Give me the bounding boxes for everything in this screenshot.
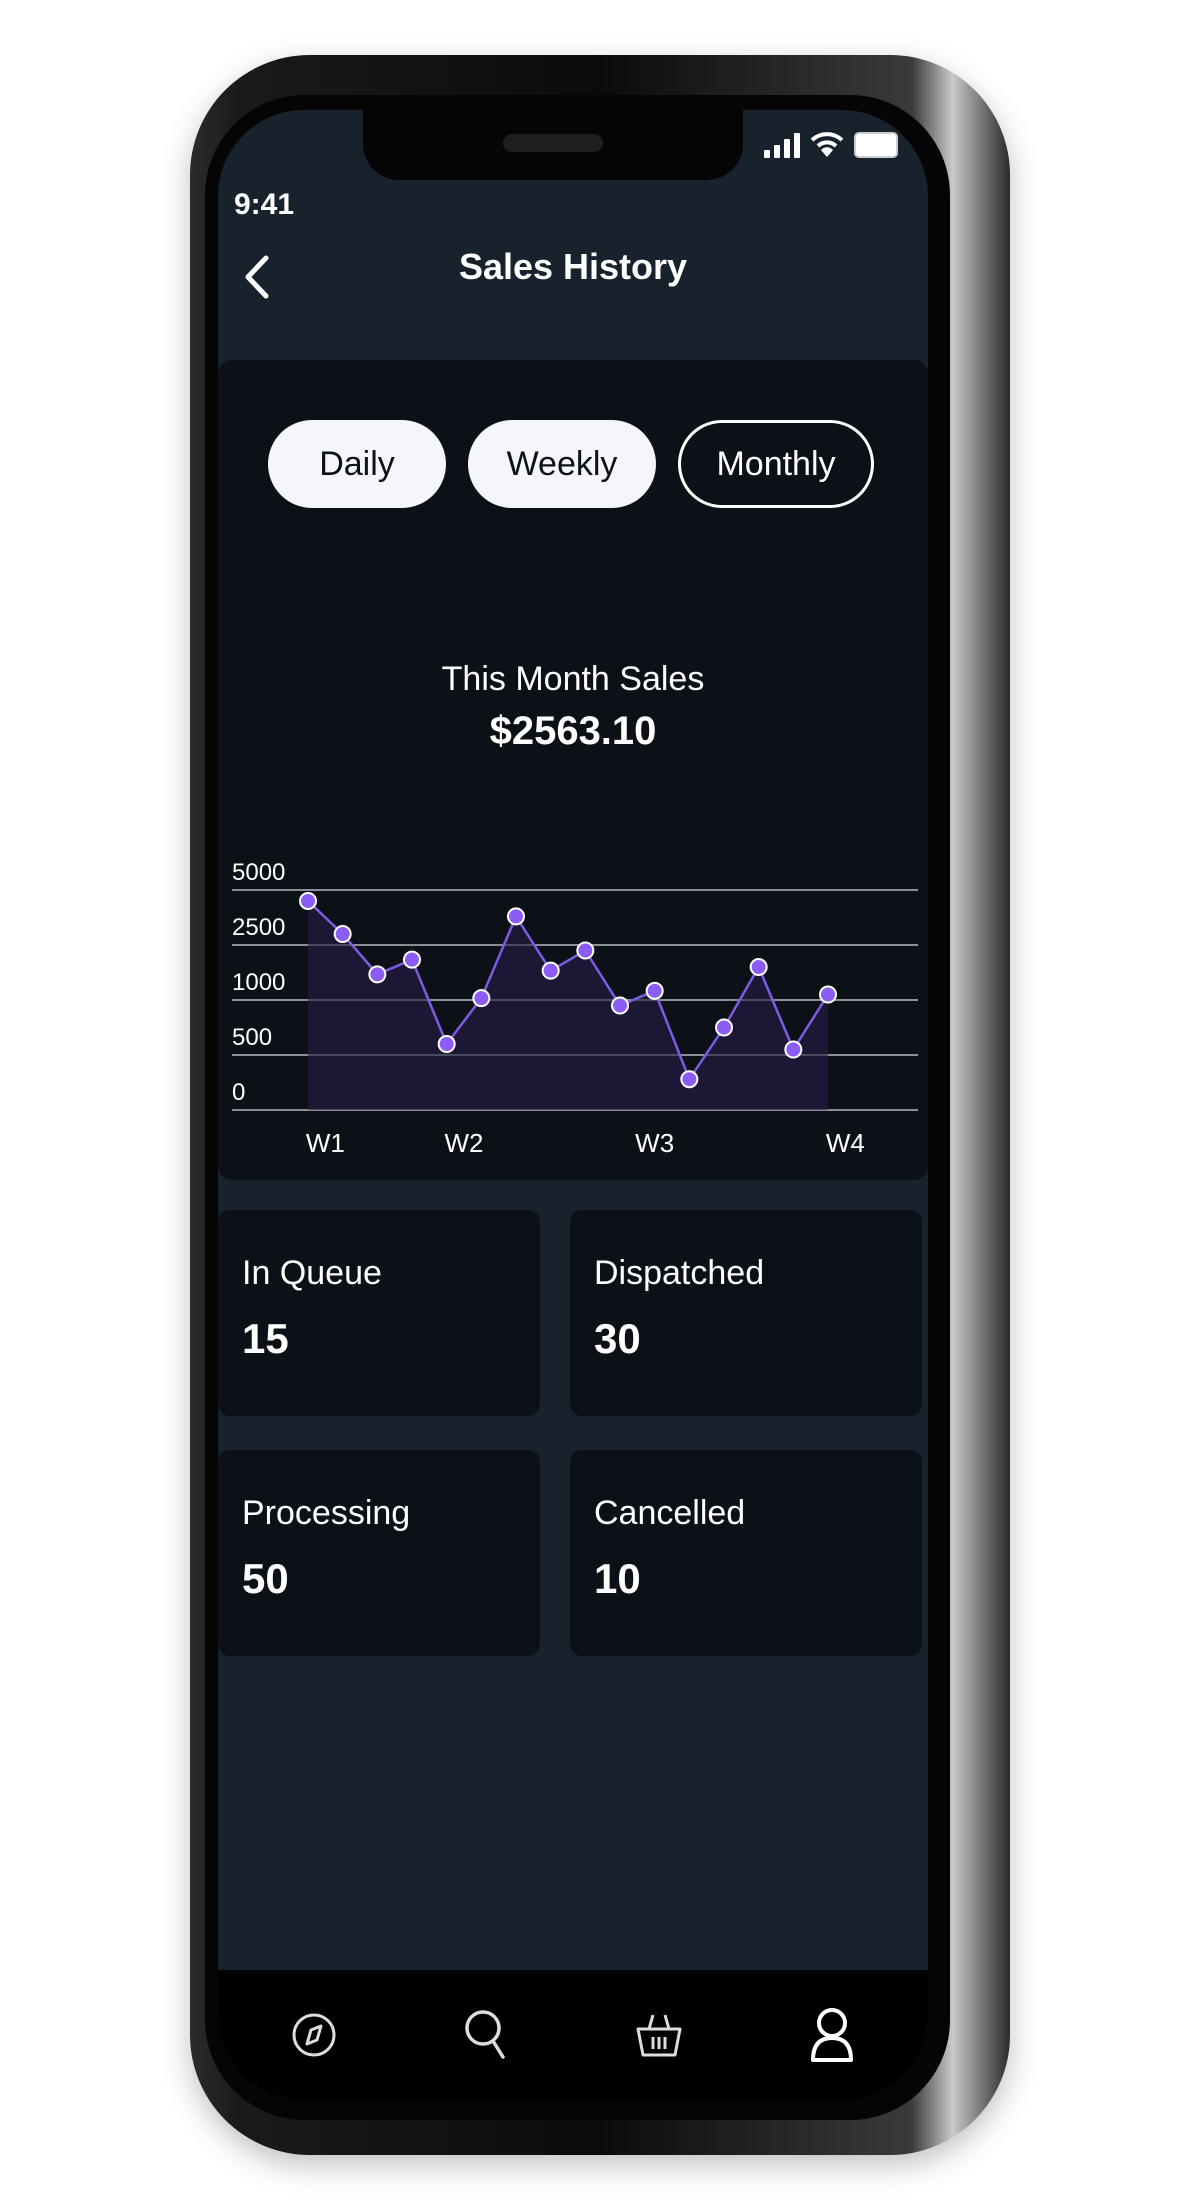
data-point xyxy=(507,907,525,926)
data-point xyxy=(680,1070,699,1089)
data-point xyxy=(368,965,387,984)
sales-chart-card: Daily Weekly Monthly This Month Sales $2… xyxy=(218,360,928,1180)
sales-summary: This Month Sales $2563.10 xyxy=(218,660,928,754)
stat-value: 30 xyxy=(594,1315,641,1362)
data-point xyxy=(541,961,560,980)
stat-card-dispatched[interactable]: Dispatched 30 xyxy=(570,1210,922,1416)
summary-value: $2563.10 xyxy=(489,709,657,753)
stat-card-cancelled[interactable]: Cancelled 10 xyxy=(570,1450,922,1656)
search-icon xyxy=(465,2010,505,2059)
data-point xyxy=(403,950,421,969)
period-tabs: Daily Weekly Monthly xyxy=(268,420,874,508)
y-tick-label: 5000 xyxy=(232,860,285,886)
y-tick-label: 0 xyxy=(232,1079,245,1106)
summary-label: This Month Sales xyxy=(441,660,705,698)
app-screen: 9:41 Sales History Daily Weekly Monthly … xyxy=(218,110,928,2100)
y-tick-label: 2500 xyxy=(232,914,285,941)
status-icons xyxy=(764,130,898,158)
data-point xyxy=(437,1035,456,1053)
tab-monthly[interactable]: Monthly xyxy=(678,420,874,508)
y-tick-label: 500 xyxy=(232,1024,272,1051)
stat-label: Cancelled xyxy=(594,1494,746,1532)
x-tick-label: W1 xyxy=(306,1128,345,1158)
stat-value: 10 xyxy=(594,1555,641,1602)
bottom-tab-bar xyxy=(218,1970,928,2100)
tab-bar-explore[interactable] xyxy=(279,2000,349,2070)
user-icon xyxy=(810,2008,853,2062)
tab-bar-search[interactable] xyxy=(452,2000,522,2070)
battery-icon xyxy=(854,132,898,158)
x-tick-label: W2 xyxy=(445,1128,484,1158)
data-point xyxy=(819,985,837,1004)
stat-card-in-queue[interactable]: In Queue 15 xyxy=(218,1210,540,1416)
y-tick-label: 1000 xyxy=(232,969,285,996)
wifi-icon xyxy=(810,132,844,157)
page-title: Sales History xyxy=(458,246,688,287)
data-point xyxy=(715,1018,733,1037)
tab-bar-basket[interactable] xyxy=(624,2000,694,2070)
nav-header: Sales History xyxy=(218,230,928,310)
data-point xyxy=(645,981,664,1000)
area-fill xyxy=(308,901,828,1110)
stat-value: 50 xyxy=(242,1555,289,1602)
signal-icon xyxy=(764,132,800,158)
data-point xyxy=(784,1040,803,1059)
stat-label: In Queue xyxy=(242,1254,382,1292)
data-point xyxy=(472,989,491,1008)
stat-card-processing[interactable]: Processing 50 xyxy=(218,1450,540,1656)
data-point xyxy=(749,958,768,976)
data-point xyxy=(611,996,629,1015)
tab-daily[interactable]: Daily xyxy=(268,420,446,508)
speaker-grille xyxy=(503,134,603,152)
status-time: 9:41 xyxy=(234,188,295,221)
data-point xyxy=(299,892,317,910)
basket-icon xyxy=(636,2014,682,2057)
data-point xyxy=(333,925,352,943)
compass-icon xyxy=(292,2013,336,2057)
x-tick-label: W3 xyxy=(635,1128,674,1158)
stat-value: 15 xyxy=(242,1315,289,1362)
sales-line-chart: 0 500 1000 2500 5000 W1 W2 W3 W4 xyxy=(232,860,918,1158)
x-tick-label: W4 xyxy=(826,1128,865,1158)
tab-weekly[interactable]: Weekly xyxy=(468,420,656,508)
tab-bar-profile[interactable] xyxy=(797,2000,867,2070)
data-point xyxy=(576,941,595,960)
stat-label: Processing xyxy=(242,1494,411,1532)
stat-label: Dispatched xyxy=(594,1254,765,1292)
notch xyxy=(363,110,743,180)
order-stats-grid: In Queue 15 Dispatched 30 Processing 50 … xyxy=(218,1210,928,1656)
